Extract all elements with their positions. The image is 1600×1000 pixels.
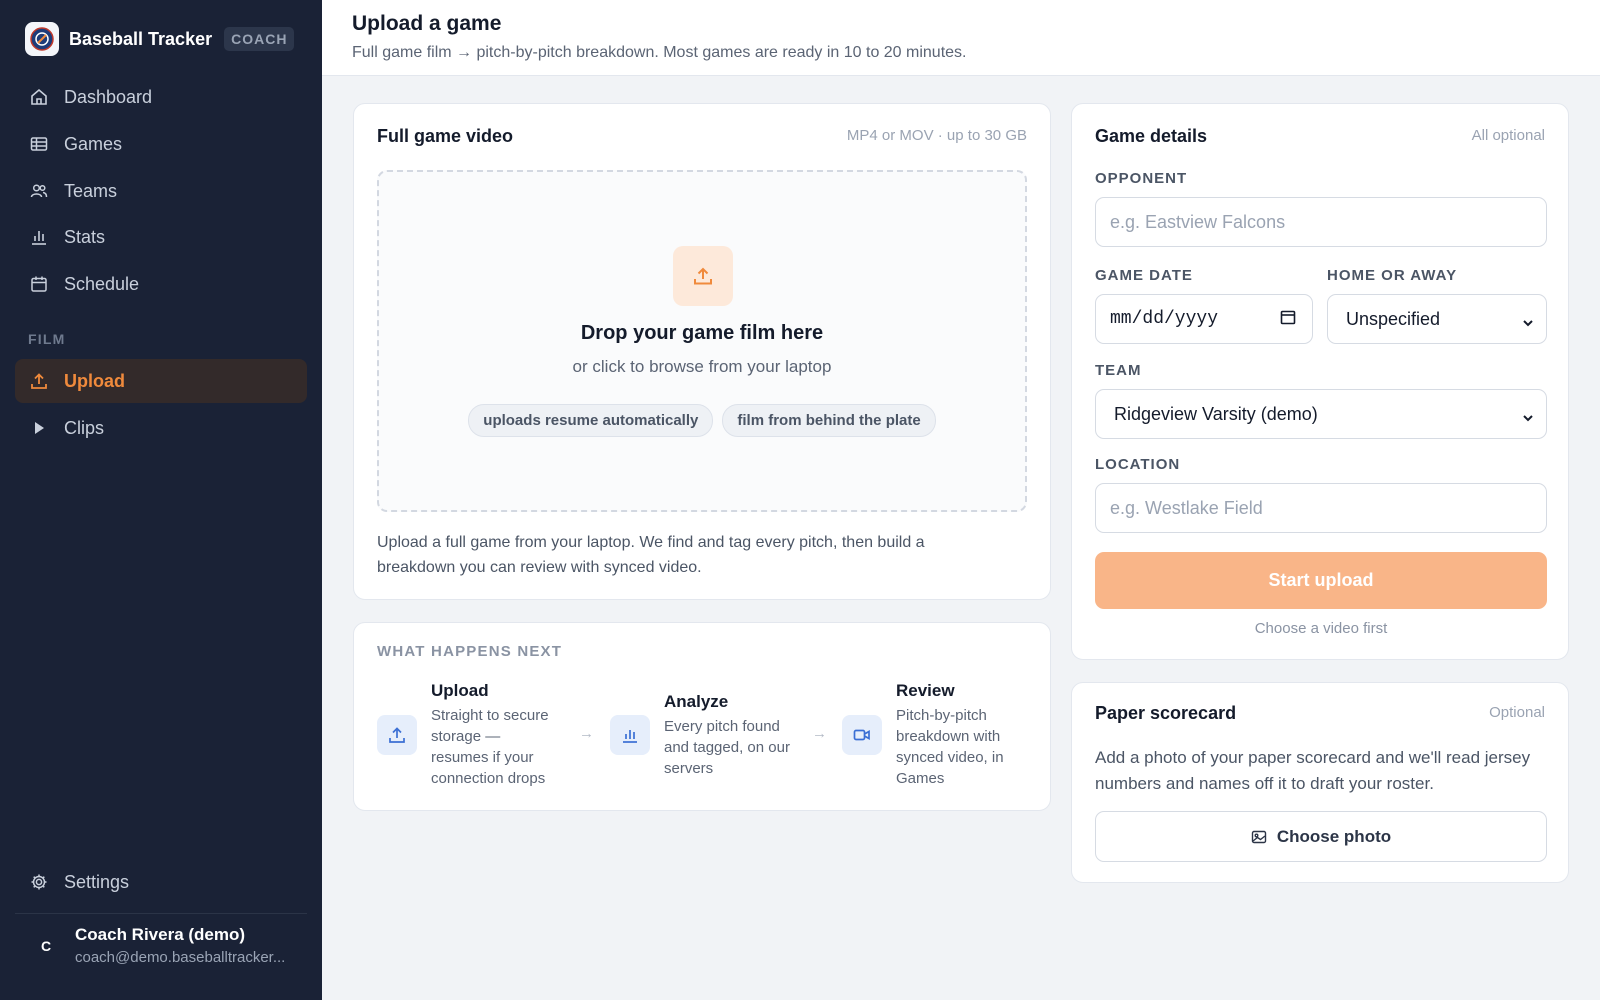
team-select[interactable]: Ridgeview Varsity (demo) [1095,389,1547,439]
sidebar-item-schedule[interactable]: Schedule [15,262,307,306]
sidebar-item-upload[interactable]: Upload [15,359,307,403]
chevron-down-icon [1522,313,1534,334]
chip-film-tip: film from behind the plate [722,404,936,437]
step-review-title: Review [896,681,955,700]
sidebar-item-label: Games [64,133,123,154]
step-upload-desc: Straight to secure storage — resumes if … [431,707,549,787]
users-icon [28,180,50,202]
paper-scorecard-title: Paper scorecard [1095,703,1237,723]
play-icon [28,417,50,439]
sidebar-item-stats[interactable]: Stats [15,215,307,259]
calendar-icon [28,273,50,295]
next-steps-label: WHAT HAPPENS NEXT [377,643,563,660]
home-away-label: HOME OR AWAY [1327,267,1458,284]
home-away-value: Unspecified [1346,308,1441,329]
opponent-placeholder: e.g. Eastview Falcons [1110,211,1286,232]
paper-scorecard-card: Paper scorecard Optional Add a photo of … [1071,682,1569,883]
table-icon [28,133,50,155]
paper-scorecard-description: Add a photo of your paper scorecard and … [1095,748,1531,793]
start-upload-button[interactable]: Start upload [1095,552,1547,609]
gear-icon [28,871,50,893]
video-dropzone[interactable]: Drop your game film here or click to bro… [377,170,1027,512]
sidebar-item-teams[interactable]: Teams [15,169,307,213]
game-details-card: Game details All optional OPPONENT e.g. … [1071,103,1569,660]
start-upload-hint: Choose a video first [1254,620,1388,637]
home-icon [28,86,50,108]
page-title: Upload a game [352,12,502,35]
user-email: coach@demo.baseballtracker... [75,949,286,966]
step-review-desc: Pitch-by-pitch breakdown with synced vid… [896,707,1004,787]
sidebar-item-settings[interactable]: Settings [15,860,307,904]
arrow-right-icon: → [812,725,827,742]
video-card-description: Upload a full game from your laptop. We … [377,534,925,576]
game-date-label: GAME DATE [1095,267,1193,284]
user-name: Coach Rivera (demo) [75,925,246,944]
team-value: Ridgeview Varsity (demo) [1114,403,1318,424]
opponent-label: OPPONENT [1095,170,1188,187]
video-icon [842,715,882,755]
sidebar-item-label: Teams [64,180,118,201]
opponent-input[interactable]: e.g. Eastview Falcons [1095,197,1547,247]
team-label: TEAM [1095,362,1142,379]
arrow-right-icon: → [579,725,594,742]
brand[interactable]: Baseball Tracker COACH [25,22,295,56]
section-label-film: FILM [28,331,66,347]
sidebar-item-label: Clips [64,417,105,438]
page-header: Upload a game Full game film → pitch-by-… [322,0,1600,76]
sidebar-item-label: Upload [64,370,125,391]
user-profile[interactable]: C Coach Rivera (demo) coach@demo.basebal… [30,925,285,966]
location-input[interactable]: e.g. Westlake Field [1095,483,1547,533]
upload-icon [377,715,417,755]
step-upload-title: Upload [431,681,489,700]
paper-scorecard-meta: Optional [1489,704,1545,721]
baseball-logo-icon [25,22,59,56]
sidebar-item-dashboard[interactable]: Dashboard [15,75,307,119]
upload-icon [28,370,50,392]
page-subtitle: Full game film → pitch-by-pitch breakdow… [352,44,967,61]
choose-photo-button[interactable]: Choose photo [1095,811,1547,862]
bar-chart-icon [610,715,650,755]
chip-resume: uploads resume automatically [468,404,714,437]
choose-photo-label: Choose photo [1276,826,1392,846]
sidebar-item-label: Settings [64,871,130,892]
video-card-title: Full game video [377,126,514,146]
sidebar-divider [15,913,307,914]
sidebar-item-label: Schedule [64,273,140,294]
dropzone-title: Drop your game film here [580,322,824,344]
sidebar-item-label: Dashboard [64,86,153,107]
sidebar-item-clips[interactable]: Clips [15,406,307,450]
next-steps-card: WHAT HAPPENS NEXT Upload Straight to sec… [353,622,1051,811]
home-away-select[interactable]: Unspecified [1327,294,1547,344]
sidebar: Baseball Tracker COACH Dashboard Games T… [0,0,322,1000]
video-card: Full game video MP4 or MOV · up to 30 GB… [353,103,1051,600]
location-label: LOCATION [1095,456,1181,473]
brand-name: Baseball Tracker [69,28,213,49]
location-placeholder: e.g. Westlake Field [1110,497,1263,518]
calendar-icon[interactable] [1280,309,1296,330]
bar-chart-icon [28,226,50,248]
video-format-meta: MP4 or MOV · up to 30 GB [846,127,1027,144]
game-details-meta: All optional [1471,127,1545,144]
role-badge: COACH [224,27,295,51]
image-icon [1251,829,1267,845]
sidebar-item-label: Stats [64,226,106,247]
step-analyze-desc: Every pitch found and tagged, on our ser… [664,718,790,777]
chevron-down-icon [1522,408,1534,429]
game-details-title: Game details [1095,126,1208,146]
upload-icon [673,246,733,306]
game-date-value: mm/dd/yyyy [1110,309,1219,329]
step-analyze-title: Analyze [664,692,729,711]
dropzone-subtitle: or click to browse from your laptop [572,357,832,376]
sidebar-item-games[interactable]: Games [15,122,307,166]
game-date-input[interactable]: mm/dd/yyyy [1095,294,1313,344]
avatar: C [30,929,62,962]
